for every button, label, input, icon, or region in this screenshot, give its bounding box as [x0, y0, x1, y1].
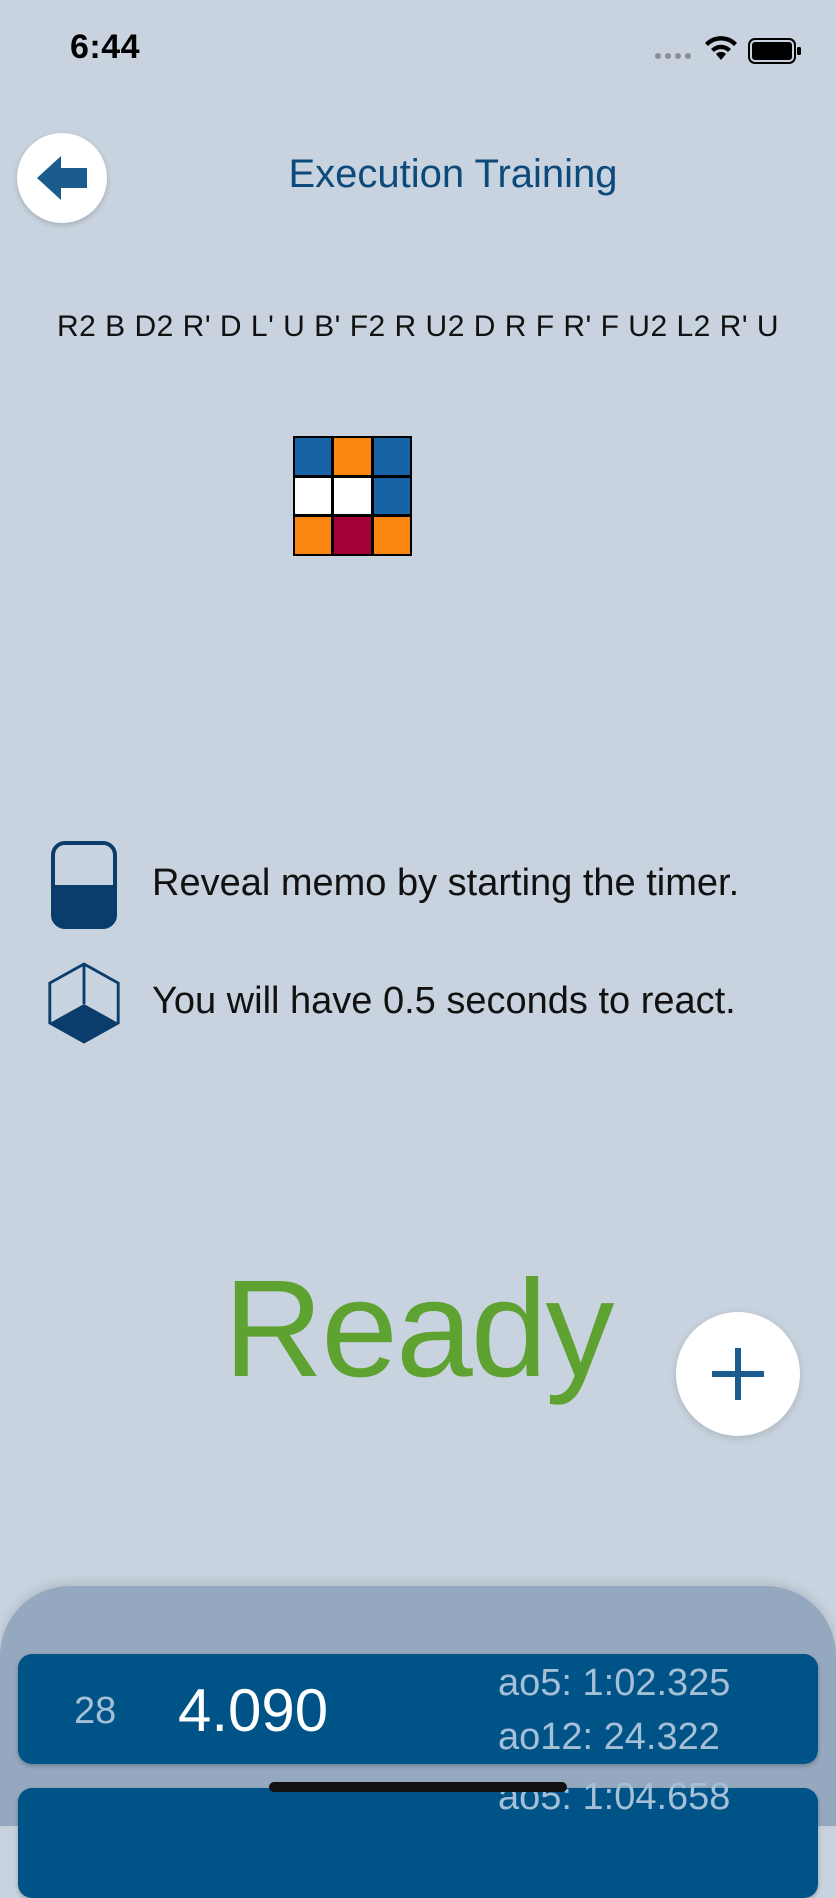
- cube-sticker: [334, 438, 371, 475]
- cube-sticker: [295, 477, 332, 515]
- instruction-text: Reveal memo by starting the timer.: [152, 862, 740, 904]
- result-ao5: ao5: 1:02.325: [498, 1662, 731, 1704]
- wifi-icon: [705, 36, 737, 60]
- cube-sticker: [295, 438, 332, 475]
- instruction-reaction-time: You will have 0.5 seconds to react.: [46, 958, 826, 1048]
- result-row[interactable]: ao5: 1:04.658: [18, 1776, 818, 1898]
- signal-icon: [655, 53, 691, 59]
- cube-sticker: [334, 517, 371, 554]
- plus-icon: [712, 1348, 764, 1400]
- result-row[interactable]: 28 4.090 ao5: 1:02.325 ao12: 24.322: [18, 1654, 818, 1764]
- result-time: 4.090: [178, 1677, 329, 1744]
- result-index: 28: [74, 1690, 117, 1732]
- cube-face: [293, 436, 412, 556]
- half-filled-square-icon: [46, 840, 122, 930]
- status-time: 6:44: [70, 28, 141, 66]
- cube-sticker: [373, 517, 410, 554]
- instruction-reveal-memo: Reveal memo by starting the timer.: [46, 840, 826, 930]
- page-title: Execution Training: [288, 152, 618, 196]
- battery-icon: [748, 38, 801, 64]
- scramble-text: R2 B D2 R' D L' U B' F2 R U2 D R F R' F …: [56, 310, 780, 343]
- cube-outline-icon: [46, 958, 122, 1048]
- cube-sticker: [373, 438, 410, 475]
- result-ao12: ao12: 24.322: [498, 1716, 720, 1758]
- instruction-text: You will have 0.5 seconds to react.: [152, 980, 736, 1022]
- add-button[interactable]: [676, 1312, 800, 1436]
- cube-sticker: [295, 517, 332, 554]
- status-bar: 6:44: [0, 0, 836, 100]
- cube-sticker: [334, 477, 371, 515]
- home-indicator: [269, 1782, 567, 1792]
- cube-sticker: [373, 477, 410, 515]
